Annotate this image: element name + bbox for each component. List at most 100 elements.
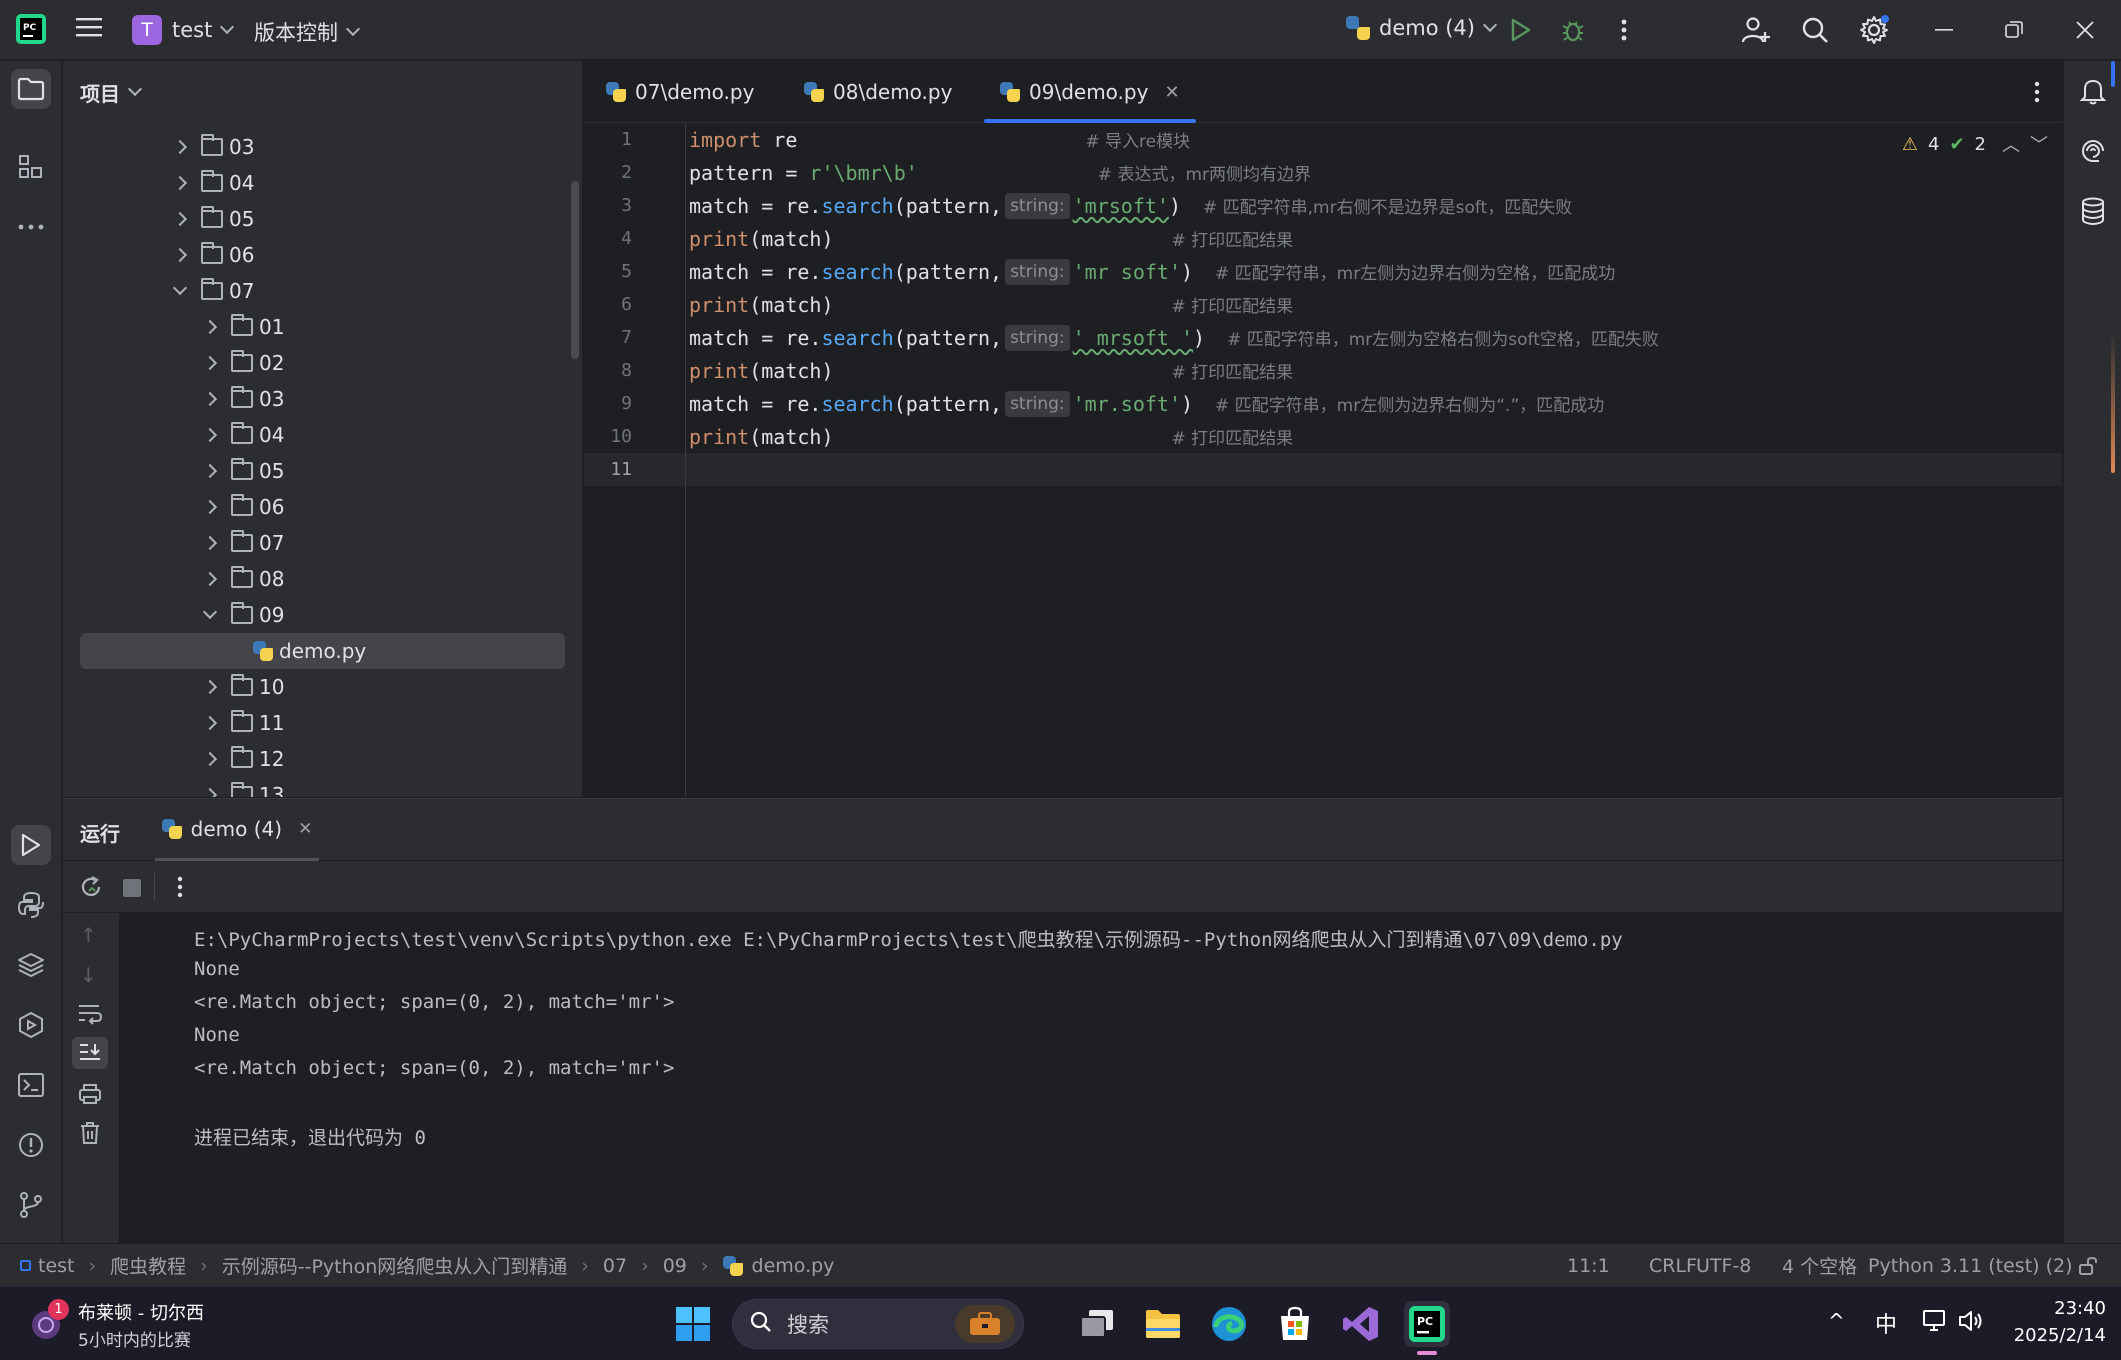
code-line[interactable]: match = re. search (pattern, string:'mrsoft… — [689, 189, 1572, 222]
tray-chevron-up-icon[interactable]: ^ — [1828, 1309, 1845, 1333]
chevron-right-icon[interactable] — [202, 715, 218, 731]
tree-folder-item[interactable]: 12 — [63, 741, 582, 777]
tree-folder-item[interactable]: 09 — [63, 597, 582, 633]
scroll-to-end-icon[interactable] — [72, 1037, 108, 1069]
tree-folder-item[interactable]: 06 — [63, 237, 582, 273]
chevron-right-icon[interactable] — [202, 787, 218, 797]
layers-icon[interactable] — [11, 945, 51, 985]
python-console-icon[interactable] — [11, 885, 51, 925]
console-output[interactable]: E:\PyCharmProjects\test\venv\Scripts\pyt… — [120, 913, 2062, 1244]
windows-start-icon[interactable] — [670, 1301, 716, 1347]
chevron-right-icon[interactable] — [202, 751, 218, 767]
chevron-right-icon[interactable] — [202, 391, 218, 407]
arrow-down-icon[interactable]: ↓ — [80, 963, 97, 987]
chevron-right-icon[interactable] — [202, 427, 218, 443]
code-line[interactable]: match = re. search (pattern, string:'mr.sof… — [689, 387, 1604, 420]
chevron-right-icon[interactable] — [202, 679, 218, 695]
sports-widget-icon[interactable]: 1 — [30, 1299, 69, 1343]
tree-folder-item[interactable]: 04 — [63, 165, 582, 201]
stop-icon[interactable] — [123, 879, 141, 897]
tree-folder-item[interactable]: 03 — [63, 129, 582, 165]
widget-title[interactable]: 布莱顿 - 切尔西 — [78, 1299, 204, 1325]
chevron-right-icon[interactable] — [202, 535, 218, 551]
minimize-icon[interactable] — [1928, 14, 1960, 46]
clock-time[interactable]: 23:40 — [2010, 1298, 2106, 1319]
code-line[interactable]: match = re. search (pattern, string:'mr sof… — [689, 255, 1615, 288]
clock-date[interactable]: 2025/2/14 — [1990, 1325, 2106, 1346]
line-separator[interactable]: CRLF — [1649, 1244, 1697, 1287]
visual-studio-icon[interactable] — [1338, 1301, 1384, 1347]
more-vertical-icon[interactable] — [177, 876, 183, 902]
close-tab-icon[interactable]: ✕ — [298, 819, 312, 839]
tab-08-demo[interactable]: 08\demo.py — [804, 61, 952, 123]
search-highlight-icon[interactable] — [955, 1305, 1015, 1343]
more-vertical-icon[interactable] — [1608, 14, 1640, 46]
tree-folder-item[interactable]: 02 — [63, 345, 582, 381]
more-tools-icon[interactable] — [11, 207, 51, 247]
code-line[interactable]: pattern = r'\bmr\b' # 表达式，mr两侧均有边界 — [689, 156, 1311, 189]
tabs-more-icon[interactable] — [2034, 81, 2040, 107]
tree-folder-item[interactable]: 13 — [63, 777, 582, 797]
tree-folder-item[interactable]: 11 — [63, 705, 582, 741]
trash-icon[interactable] — [79, 1121, 101, 1149]
network-icon[interactable] — [1922, 1309, 1948, 1337]
edge-browser-icon[interactable] — [1206, 1301, 1252, 1347]
tree-folder-item[interactable]: 07 — [63, 525, 582, 561]
settings-gear-icon[interactable] — [1858, 14, 1890, 46]
breadcrumb-item[interactable]: demo.py — [752, 1255, 835, 1277]
tree-folder-item[interactable]: 05 — [63, 453, 582, 489]
tab-09-demo[interactable]: 09\demo.py ✕ — [984, 61, 1196, 123]
chevron-up-icon[interactable]: ︿ — [2002, 131, 2020, 157]
file-encoding[interactable]: UTF-8 — [1696, 1244, 1751, 1287]
code-line[interactable]: print (match) # 打印匹配结果 — [689, 222, 1293, 255]
chevron-right-icon[interactable] — [202, 355, 218, 371]
indent-setting[interactable]: 4 个空格 — [1782, 1244, 1857, 1287]
breadcrumb-item[interactable]: 示例源码--Python网络爬虫从入门到精通 — [222, 1252, 568, 1279]
chevron-right-icon[interactable] — [202, 571, 218, 587]
inspection-widget[interactable]: ⚠ 4 ✔ 2 ︿ ﹀ — [1902, 131, 2048, 157]
rerun-icon[interactable] — [79, 875, 103, 903]
arrow-up-icon[interactable]: ↑ — [80, 923, 97, 947]
run-tab-demo[interactable]: demo (4) ✕ — [155, 799, 319, 861]
chevron-right-icon[interactable] — [172, 211, 188, 227]
breadcrumb-item[interactable]: 09 — [663, 1255, 687, 1277]
git-branch-icon[interactable] — [11, 1185, 51, 1225]
tree-folder-item[interactable]: 01 — [63, 309, 582, 345]
ime-indicator[interactable]: 中 — [1875, 1307, 1897, 1339]
terminal-icon[interactable] — [11, 1065, 51, 1105]
pycharm-logo-icon[interactable]: PC — [16, 14, 46, 44]
problems-icon[interactable] — [11, 1125, 51, 1165]
structure-icon[interactable] — [11, 147, 51, 187]
chevron-right-icon[interactable] — [202, 463, 218, 479]
project-selector[interactable]: T test — [132, 15, 235, 45]
search-icon[interactable] — [1799, 14, 1831, 46]
tree-folder-item[interactable]: 08 — [63, 561, 582, 597]
breadcrumb-item[interactable]: 07 — [603, 1255, 627, 1277]
main-menu-icon[interactable] — [76, 16, 102, 38]
code-line[interactable]: print (match) # 打印匹配结果 — [689, 420, 1293, 453]
tree-folder-item[interactable]: 06 — [63, 489, 582, 525]
breadcrumb-item[interactable]: test — [38, 1255, 75, 1277]
python-interpreter[interactable]: Python 3.11 (test) (2) — [1868, 1244, 2073, 1287]
print-icon[interactable] — [78, 1083, 102, 1109]
tree-folder-item[interactable]: 04 — [63, 417, 582, 453]
chevron-right-icon[interactable] — [202, 499, 218, 515]
services-icon[interactable] — [11, 1005, 51, 1045]
close-window-icon[interactable] — [2069, 14, 2101, 46]
chevron-right-icon[interactable] — [172, 139, 188, 155]
file-explorer-icon[interactable] — [1140, 1301, 1186, 1347]
microsoft-store-icon[interactable] — [1272, 1301, 1318, 1347]
code-line[interactable]: print (match) # 打印匹配结果 — [689, 354, 1293, 387]
tree-folder-item[interactable]: 03 — [63, 381, 582, 417]
chevron-right-icon[interactable] — [172, 247, 188, 263]
notifications-bell-icon[interactable] — [2073, 71, 2113, 111]
code-line[interactable]: import re # 导入re模块 — [689, 123, 1190, 156]
pycharm-taskbar-icon[interactable]: PC — [1404, 1301, 1450, 1355]
run-tool-icon[interactable] — [11, 825, 51, 865]
database-icon[interactable] — [2073, 191, 2113, 231]
lock-icon[interactable] — [2078, 1244, 2098, 1287]
vcs-menu[interactable]: 版本控制 — [254, 17, 361, 47]
taskbar-search[interactable]: 搜索 — [732, 1299, 1024, 1349]
chevron-right-icon[interactable] — [172, 175, 188, 191]
chevron-down-icon[interactable] — [202, 604, 218, 620]
